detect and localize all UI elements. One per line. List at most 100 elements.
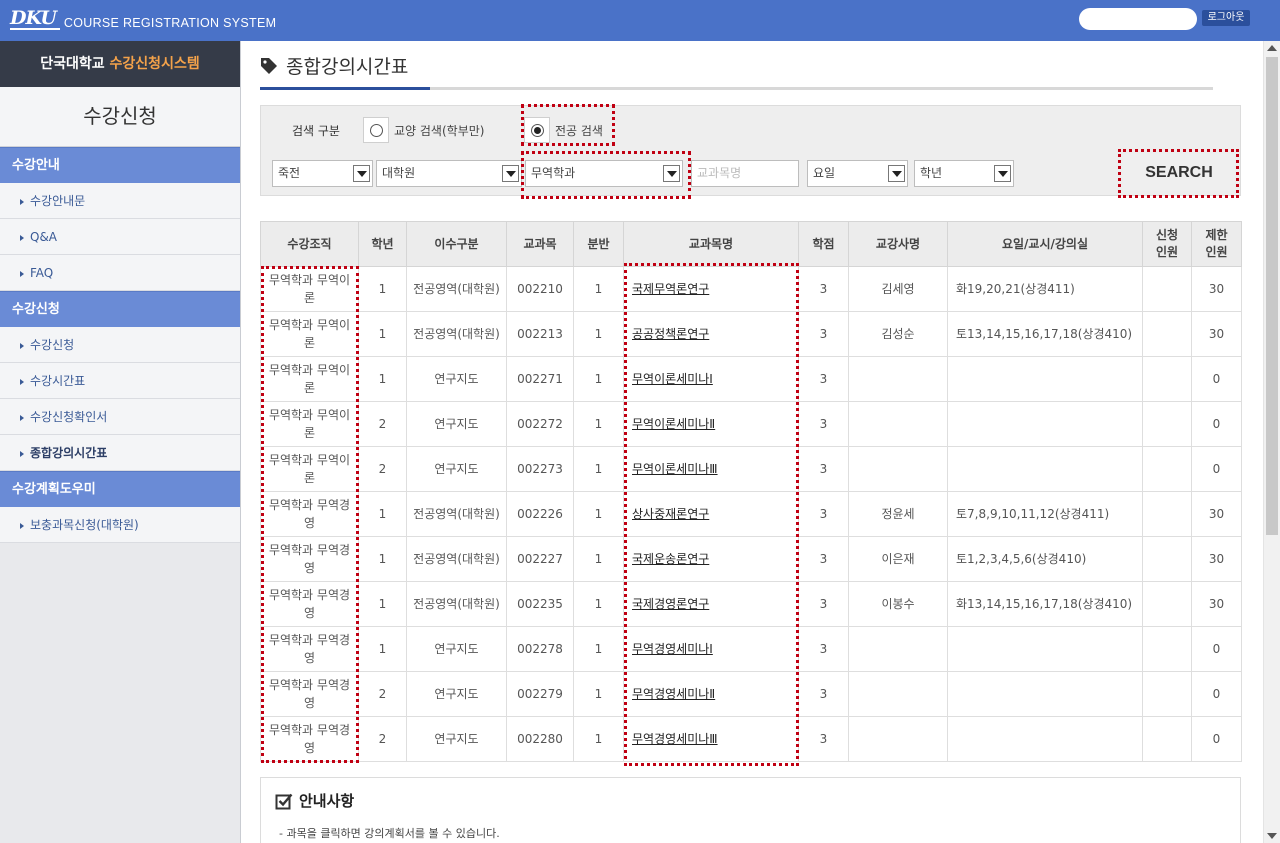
cell-section: 1	[573, 311, 624, 357]
logo-mark: DKU	[10, 9, 60, 30]
radio-liberal-box[interactable]	[363, 117, 389, 143]
cell-code: 002213	[506, 311, 574, 357]
day-value: 요일	[813, 166, 836, 180]
cell-limit: 30	[1191, 581, 1242, 627]
cell-type: 연구지도	[406, 446, 507, 492]
sidebar-item-confirmation[interactable]: 수강신청확인서	[0, 399, 240, 435]
arrow-right-icon	[20, 522, 24, 529]
radio-major-box[interactable]	[524, 117, 550, 143]
course-table: 수강조직 학년 이수구분 교과목 분반 교과목명 학점 교강사명 요일/교시/강…	[260, 221, 1242, 762]
cell-section: 1	[573, 356, 624, 402]
sidebar-item-registration[interactable]: 수강신청	[0, 327, 240, 363]
cell-schedule: 토7,8,9,10,11,12(상경411)	[947, 491, 1143, 537]
course-link[interactable]: 공공정책론연구	[632, 327, 709, 341]
cell-applied	[1142, 581, 1192, 627]
cell-course-name: 무역경영세미나Ⅲ	[623, 716, 799, 762]
cell-instructor	[848, 446, 948, 492]
college-select[interactable]: 대학원	[376, 160, 522, 187]
scroll-down-icon[interactable]	[1267, 833, 1277, 839]
cell-code: 002226	[506, 491, 574, 537]
title-divider	[260, 87, 1213, 90]
cell-section: 1	[573, 626, 624, 672]
notice-title: 안내사항	[299, 792, 355, 810]
department-value: 무역학과	[531, 166, 576, 180]
cell-section: 1	[573, 446, 624, 492]
course-link[interactable]: 무역경영세미나Ⅱ	[632, 687, 715, 701]
cell-limit: 30	[1191, 266, 1242, 312]
cell-limit: 0	[1191, 401, 1242, 447]
day-select[interactable]: 요일	[807, 160, 908, 187]
course-name-input[interactable]: 교과목명	[691, 160, 799, 187]
search-button[interactable]: SEARCH	[1123, 154, 1235, 191]
vertical-scrollbar[interactable]	[1263, 41, 1280, 843]
cell-applied	[1142, 671, 1192, 717]
arrow-right-icon	[20, 198, 24, 205]
scroll-up-icon[interactable]	[1267, 45, 1277, 51]
cell-credit: 3	[798, 716, 849, 762]
col-applied: 신청 인원	[1142, 221, 1192, 267]
sidebar-item-label: 보충과목신청(대학원)	[30, 518, 139, 532]
dropdown-arrow-icon	[994, 165, 1011, 182]
notice-panel: 안내사항 - 과목을 클릭하면 강의계획서를 볼 수 있습니다.	[260, 777, 1241, 843]
cell-org: 무역학과 무역경영	[260, 536, 359, 582]
sidebar-item-all-timetable[interactable]: 종합강의시간표	[0, 435, 240, 471]
arrow-right-icon	[20, 234, 24, 241]
course-link[interactable]: 무역이론세미나Ⅲ	[632, 462, 718, 476]
cell-course-name: 무역경영세미나Ⅱ	[623, 671, 799, 717]
course-link[interactable]: 국제운송론연구	[632, 552, 709, 566]
cell-limit: 0	[1191, 671, 1242, 717]
sidebar-item-supplementary[interactable]: 보충과목신청(대학원)	[0, 507, 240, 543]
notice-heading: 안내사항	[275, 790, 354, 811]
cell-course-name: 국제경영론연구	[623, 581, 799, 627]
table-row: 무역학과 무역경영 1 전공영역(대학원) 002227 1 국제운송론연구 3 이은재 토1,…	[260, 536, 1242, 582]
radio-liberal-search[interactable]: 교양 검색(학부만)	[363, 117, 484, 143]
scroll-thumb[interactable]	[1266, 57, 1278, 535]
radio-major-search[interactable]: 전공 검색	[524, 117, 603, 143]
course-link[interactable]: 무역이론세미나Ⅰ	[632, 372, 713, 386]
dropdown-arrow-icon	[663, 165, 680, 182]
cell-section: 1	[573, 671, 624, 717]
checkbox-icon	[275, 793, 293, 809]
table-row: 무역학과 무역경영 2 연구지도 002280 1 무역경영세미나Ⅲ 3 0	[260, 716, 1242, 762]
department-select[interactable]: 무역학과	[525, 160, 683, 187]
cell-applied	[1142, 266, 1192, 312]
cell-course-name: 국제운송론연구	[623, 536, 799, 582]
campus-select[interactable]: 죽전	[272, 160, 373, 187]
sidebar-item-timetable[interactable]: 수강시간표	[0, 363, 240, 399]
cell-credit: 3	[798, 536, 849, 582]
course-link[interactable]: 무역이론세미나Ⅱ	[632, 417, 715, 431]
arrow-right-icon	[20, 270, 24, 277]
cell-applied	[1142, 356, 1192, 402]
table-row: 무역학과 무역경영 1 전공영역(대학원) 002226 1 상사중재론연구 3 정윤세 토7,…	[260, 491, 1242, 537]
cell-code: 002210	[506, 266, 574, 312]
cell-code: 002235	[506, 581, 574, 627]
grade-select[interactable]: 학년	[914, 160, 1014, 187]
cell-code: 002279	[506, 671, 574, 717]
cell-limit: 0	[1191, 356, 1242, 402]
sidebar-group-guide: 수강안내	[0, 147, 240, 183]
cell-org: 무역학과 무역경영	[260, 626, 359, 672]
sidebar-item-qna[interactable]: Q&A	[0, 219, 240, 255]
col-grade: 학년	[358, 221, 407, 267]
sidebar: 단국대학교 수강신청시스템 수강신청 수강안내 수강안내문 Q&A FAQ 수강…	[0, 41, 241, 843]
cell-section: 1	[573, 536, 624, 582]
sidebar-item-faq[interactable]: FAQ	[0, 255, 240, 291]
cell-org: 무역학과 무역이론	[260, 311, 359, 357]
logout-button[interactable]: 로그아웃	[1202, 10, 1250, 26]
course-link[interactable]: 무역경영세미나Ⅲ	[632, 732, 718, 746]
logo: DKU COURSE REGISTRATION SYSTEM	[10, 9, 276, 30]
cell-limit: 30	[1191, 536, 1242, 582]
course-link[interactable]: 국제경영론연구	[632, 597, 709, 611]
course-link[interactable]: 국제무역론연구	[632, 282, 709, 296]
cell-section: 1	[573, 401, 624, 447]
cell-type: 전공영역(대학원)	[406, 266, 507, 312]
course-link[interactable]: 상사중재론연구	[632, 507, 709, 521]
col-section: 분반	[573, 221, 624, 267]
sidebar-item-guide[interactable]: 수강안내문	[0, 183, 240, 219]
cell-type: 연구지도	[406, 356, 507, 402]
table-row: 무역학과 무역경영 2 연구지도 002279 1 무역경영세미나Ⅱ 3 0	[260, 671, 1242, 717]
course-link[interactable]: 무역경영세미나Ⅰ	[632, 642, 713, 656]
sidebar-item-label: 수강신청확인서	[30, 410, 108, 424]
cell-code: 002227	[506, 536, 574, 582]
cell-code: 002280	[506, 716, 574, 762]
